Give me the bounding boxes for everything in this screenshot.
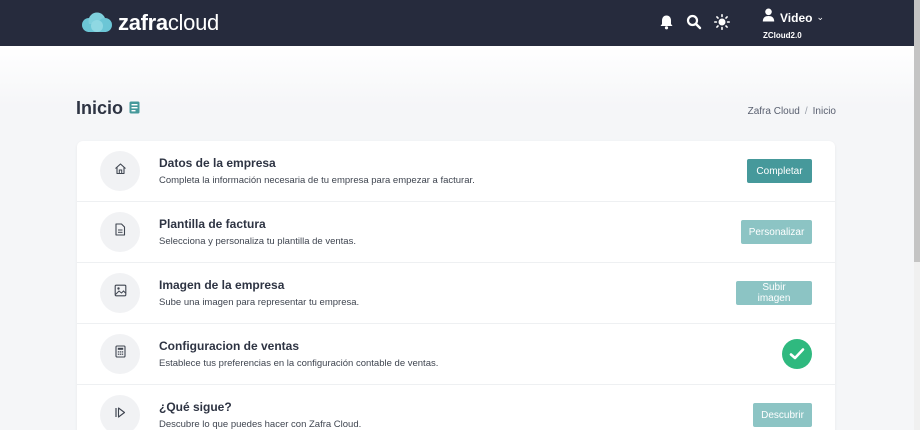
step-row: Plantilla de factura Selecciona y person… <box>77 202 835 263</box>
image-icon <box>114 284 127 302</box>
complete-button[interactable]: Completar <box>747 159 812 183</box>
customize-button[interactable]: Personalizar <box>741 220 812 244</box>
brand-logo[interactable]: zafracloud <box>80 9 219 37</box>
step-description: Completa la información necesaria de tu … <box>159 175 475 186</box>
scrollbar-thumb[interactable] <box>914 0 920 262</box>
breadcrumb: Zafra Cloud / Inicio <box>748 106 836 117</box>
step-row: Imagen de la empresa Sube una imagen par… <box>77 263 835 324</box>
user-icon <box>762 8 775 27</box>
step-description: Establece tus preferencias en la configu… <box>159 358 439 369</box>
step-title: ¿Qué sigue? <box>159 400 232 414</box>
play-icon <box>114 406 126 424</box>
user-subtitle: ZCloud2.0 <box>763 31 802 40</box>
brand-name-light: cloud <box>167 10 219 35</box>
onboarding-steps-card: Datos de la empresa Completa la informac… <box>77 141 835 430</box>
step-icon-circle <box>100 395 140 430</box>
step-description: Sube una imagen para representar tu empr… <box>159 297 360 308</box>
scrollbar-track[interactable] <box>914 0 920 430</box>
document-icon <box>114 223 126 241</box>
step-description: Descubre lo que puedes hacer con Zafra C… <box>159 419 362 430</box>
page-title: Inicio <box>76 98 140 119</box>
brand-name-bold: zafra <box>118 10 168 35</box>
search-icon[interactable] <box>686 14 702 30</box>
step-row: Configuracion de ventas Establece tus pr… <box>77 324 835 385</box>
step-title: Plantilla de factura <box>159 217 266 231</box>
breadcrumb-item-home[interactable]: Zafra Cloud <box>748 106 800 117</box>
check-circle-icon <box>782 339 812 369</box>
step-icon-circle <box>100 334 140 374</box>
step-icon-circle <box>100 151 140 191</box>
brand-name: zafracloud <box>118 10 219 36</box>
breadcrumb-separator: / <box>804 106 808 117</box>
top-navbar: zafracloud Video ⌄ ZCloud2.0 <box>0 0 914 46</box>
sun-icon[interactable] <box>714 14 730 30</box>
user-menu[interactable]: Video ⌄ ZCloud2.0 <box>762 8 824 40</box>
step-row: Datos de la empresa Completa la informac… <box>77 141 835 202</box>
book-icon <box>129 98 140 119</box>
upload-image-button[interactable]: Subir imagen <box>736 281 812 305</box>
breadcrumb-item-current: Inicio <box>812 106 836 117</box>
bell-icon[interactable] <box>659 14 675 30</box>
home-icon <box>114 162 127 180</box>
step-row: ¿Qué sigue? Descubre lo que puedes hacer… <box>77 385 835 430</box>
calculator-icon <box>114 345 126 363</box>
user-name: Video <box>780 10 813 25</box>
step-title: Datos de la empresa <box>159 156 276 170</box>
chevron-down-icon: ⌄ <box>816 12 825 22</box>
step-icon-circle <box>100 212 140 252</box>
step-title: Imagen de la empresa <box>159 278 285 292</box>
step-title: Configuracion de ventas <box>159 339 300 353</box>
page-title-text: Inicio <box>76 98 124 118</box>
step-icon-circle <box>100 273 140 313</box>
discover-button[interactable]: Descubrir <box>753 403 812 427</box>
step-description: Selecciona y personaliza tu plantilla de… <box>159 236 356 247</box>
cloud-logo-icon <box>80 12 114 34</box>
